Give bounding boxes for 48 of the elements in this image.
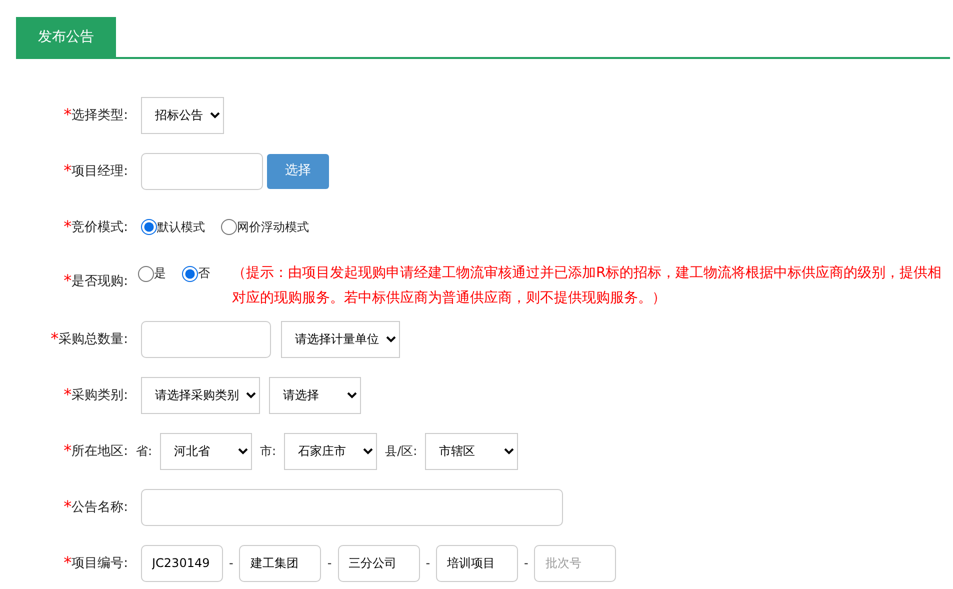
field-label: 县/区: bbox=[385, 443, 418, 460]
field-label: 是否现购: bbox=[72, 274, 128, 289]
input-field[interactable]: 三分公司 bbox=[338, 544, 420, 582]
field-label: 公告名称: bbox=[72, 500, 128, 515]
field-label: 采购类别: bbox=[72, 388, 128, 403]
radio-button[interactable] bbox=[221, 219, 237, 235]
radio-label: 否 bbox=[198, 265, 210, 282]
radio-button[interactable] bbox=[182, 266, 198, 282]
field-label: - bbox=[524, 555, 528, 572]
dropdown[interactable]: 请选择 bbox=[269, 376, 361, 414]
dropdown[interactable]: 请选择采购类别 bbox=[141, 376, 260, 414]
required-mark: * bbox=[64, 217, 72, 236]
input-field[interactable] bbox=[141, 152, 263, 190]
field-label: - bbox=[327, 555, 332, 572]
required-mark: * bbox=[64, 385, 72, 404]
required-mark: * bbox=[64, 553, 72, 572]
input-field[interactable]: 培训项目 bbox=[436, 544, 518, 582]
field-label: 项目经理: bbox=[72, 164, 128, 179]
required-mark: * bbox=[64, 441, 72, 460]
radio-label: 是 bbox=[154, 265, 166, 282]
required-mark: * bbox=[50, 329, 59, 348]
radio-label: 网价浮动模式 bbox=[237, 219, 309, 236]
field-label: 市: bbox=[260, 443, 276, 460]
radio-button[interactable] bbox=[141, 219, 157, 235]
hint-text: （提示：由项目发起现购申请经建工物流审核通过并已添加R标的招标，建工物流将根据中标供应商的级别，提供相对应的现购服务。若中标供应商为普通供应商，则不提供现购服务。） bbox=[232, 264, 943, 308]
required-mark: * bbox=[64, 105, 72, 124]
input-field[interactable] bbox=[141, 320, 271, 358]
field-label: 所在地区: bbox=[72, 444, 128, 459]
dropdown[interactable]: 河北省 bbox=[160, 432, 252, 470]
dropdown[interactable]: 请选择计量单位 bbox=[281, 320, 400, 358]
field-label: 选择类型: bbox=[72, 108, 128, 123]
input-field[interactable]: 批次号 bbox=[534, 544, 616, 582]
field-label: 采购总数量: bbox=[58, 332, 128, 347]
dropdown[interactable]: 石家庄市 bbox=[284, 432, 378, 470]
field-label: 竞价模式: bbox=[72, 220, 128, 235]
field-label: - bbox=[426, 555, 430, 572]
field-label: - bbox=[229, 555, 234, 572]
dropdown[interactable]: 市辖区 bbox=[425, 432, 518, 470]
radio-label: 默认模式 bbox=[157, 219, 205, 236]
field-label: 项目编号: bbox=[72, 556, 128, 571]
required-mark: * bbox=[64, 271, 72, 290]
field-label: 省: bbox=[136, 443, 152, 460]
dropdown[interactable]: 招标公告 bbox=[141, 96, 224, 134]
required-mark: * bbox=[64, 161, 72, 180]
input-field[interactable] bbox=[141, 488, 563, 526]
input-field[interactable]: 建工集团 bbox=[239, 544, 322, 582]
required-mark: * bbox=[64, 497, 72, 516]
radio-button[interactable] bbox=[138, 266, 154, 282]
